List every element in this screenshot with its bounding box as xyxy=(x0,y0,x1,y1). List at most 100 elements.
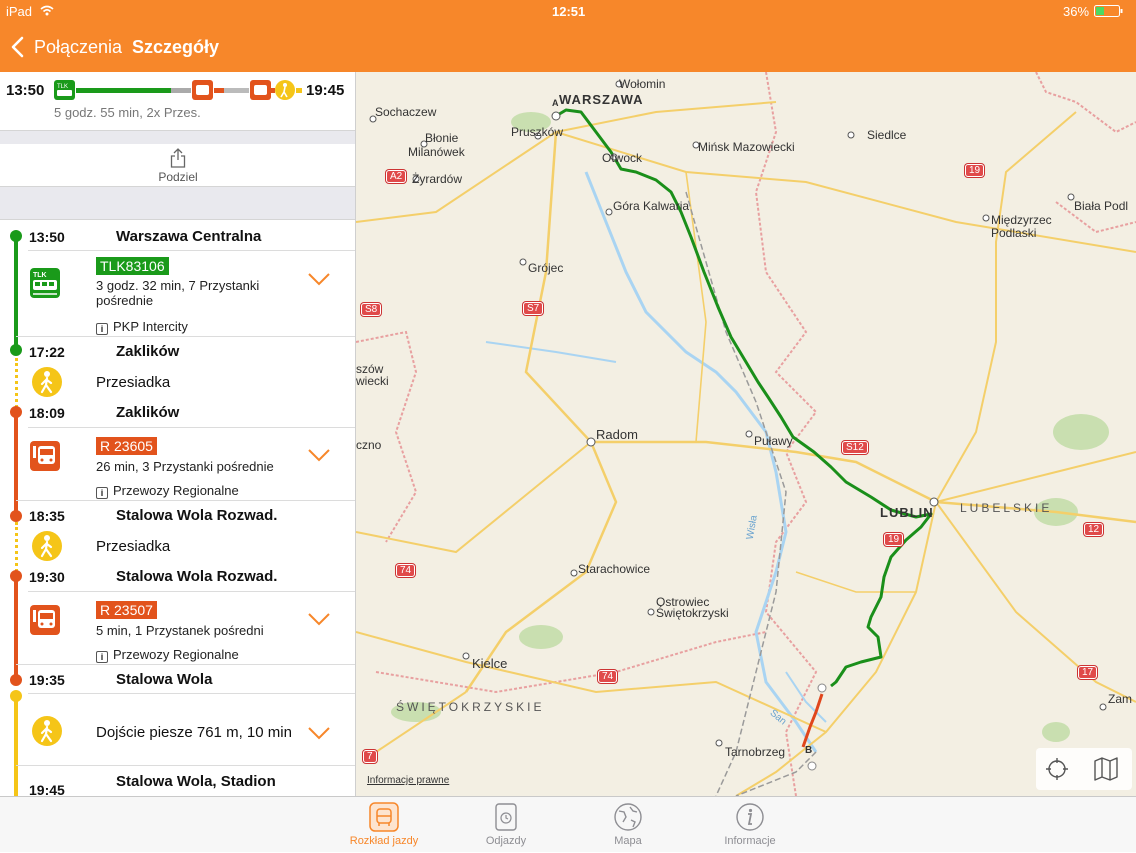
intercity-train-icon: TLK xyxy=(30,268,60,298)
battery-icon xyxy=(1094,5,1123,17)
expand-chevron-down-icon[interactable] xyxy=(307,726,331,740)
walk-line xyxy=(15,358,18,408)
device-label: iPad xyxy=(6,4,33,19)
stop-dot xyxy=(10,230,22,242)
regional-train-icon xyxy=(30,441,60,471)
map-background xyxy=(356,72,1136,796)
map-controls xyxy=(1036,748,1132,790)
road-shield: 19 xyxy=(884,533,904,546)
map-label: Wołomin xyxy=(619,77,666,91)
locate-me-icon[interactable] xyxy=(1045,757,1069,781)
leg-detail: 26 min, 3 Przystanki pośrednie xyxy=(96,459,274,474)
back-button[interactable]: Połączenia xyxy=(10,34,122,60)
separator xyxy=(16,765,355,766)
map-label: wiecki xyxy=(356,374,389,388)
navigation-bar: Połączenia Szczegóły xyxy=(0,22,1136,72)
operator-name: Przewozy Regionalne xyxy=(113,647,239,662)
map-label: Milanówek xyxy=(408,145,465,159)
summary-arrive-time: 19:45 xyxy=(306,82,345,99)
journey-timeline-bar: TLK xyxy=(54,80,302,100)
map-mode-icon[interactable] xyxy=(1093,757,1119,781)
stop-name: Stalowa Wola Rozwad. xyxy=(116,568,278,585)
share-button[interactable]: Podziel xyxy=(0,144,355,186)
road-shield: S8 xyxy=(361,303,382,316)
globe-icon xyxy=(614,803,642,831)
tab-label: Informacje xyxy=(724,835,776,847)
train-number-badge: R 23605 xyxy=(96,437,157,455)
info-icon: i xyxy=(96,651,108,663)
map-label: Zam xyxy=(1108,692,1132,706)
expand-chevron-down-icon[interactable] xyxy=(307,448,331,462)
road-shield: 17 xyxy=(1078,666,1098,679)
map-label: Pruszków xyxy=(511,125,564,139)
road-shield: 7 xyxy=(363,750,377,763)
walking-icon xyxy=(32,531,62,561)
chevron-down-icon[interactable] xyxy=(307,344,331,358)
legal-link[interactable]: Informacje prawne xyxy=(367,775,449,786)
stop-time: 17:22 xyxy=(29,344,65,360)
tab-informacje[interactable]: Informacje xyxy=(695,797,805,853)
map-label: Otwock xyxy=(602,151,643,165)
summary-depart-time: 13:50 xyxy=(6,82,45,99)
tab-odjazdy[interactable]: Odjazdy xyxy=(451,797,561,853)
divider xyxy=(0,130,355,144)
map-label: LUBLIN xyxy=(880,505,934,520)
road-shield: S12 xyxy=(842,441,868,454)
map-label: WARSZAWA xyxy=(559,92,644,107)
stop-name: Warszawa Centralna xyxy=(116,228,262,245)
stop-time: 19:35 xyxy=(29,672,65,688)
tab-label: Rozkład jazdy xyxy=(349,835,419,847)
regional-train-icon xyxy=(30,605,60,635)
stop-time: 13:50 xyxy=(29,229,65,245)
leg-r23507[interactable]: R 23507 5 min, 1 Przystanek pośredni i Pr… xyxy=(0,592,355,664)
map-label: Mińsk Mazowiecki xyxy=(698,140,795,154)
stop-name: Stalowa Wola xyxy=(116,671,213,688)
tab-rozklad-jazdy[interactable]: Rozkład jazdy xyxy=(329,797,439,853)
expand-chevron-down-icon[interactable] xyxy=(307,272,331,286)
walk-detail: Dojście piesze 761 m, 10 min xyxy=(96,724,292,741)
map-label: czno xyxy=(356,438,382,452)
info-icon: i xyxy=(96,323,108,335)
leg-r23605[interactable]: R 23605 26 min, 3 Przystanki pośrednie i… xyxy=(0,428,355,500)
map-label: Świętokrzyski xyxy=(656,606,729,620)
transfer-label: Przesiadka xyxy=(96,374,171,391)
tab-bar: Rozkład jazdy Odjazdy Mapa Informacje xyxy=(0,796,1136,852)
map-label: Błonie xyxy=(425,131,459,145)
map-label: Grójec xyxy=(528,261,564,275)
tab-mapa[interactable]: Mapa xyxy=(573,797,683,853)
expand-chevron-down-icon[interactable] xyxy=(307,612,331,626)
tab-label: Odjazdy xyxy=(485,835,527,847)
bus-icon xyxy=(369,802,399,832)
stop-time: 18:35 xyxy=(29,508,65,524)
share-label: Podziel xyxy=(158,170,198,184)
leg-tlk83106[interactable]: TLK TLK83106 3 godz. 32 min, 7 Przystank… xyxy=(0,251,355,337)
walking-icon xyxy=(32,716,62,746)
stop-dot xyxy=(10,344,22,356)
stop-dot xyxy=(10,674,22,686)
separator xyxy=(16,336,355,337)
map-label: Starachowice xyxy=(578,562,651,576)
road-shield: S7 xyxy=(523,302,544,315)
map-label: Puławy xyxy=(754,434,793,448)
separator xyxy=(16,500,355,501)
route-map[interactable]: WARSZAWA A Wołomin Sochaczew Pruszków Bł… xyxy=(356,72,1136,796)
stop-time: 19:45 xyxy=(29,782,65,796)
stop-name: Zaklików xyxy=(116,343,180,360)
stop-dot xyxy=(10,510,22,522)
road-shield: A2 xyxy=(386,170,407,183)
map-label: Biała Podl xyxy=(1074,199,1129,213)
operator-row: i Przewozy Regionalne xyxy=(96,647,239,663)
battery-percent: 36% xyxy=(1063,4,1090,19)
train-number-badge: TLK83106 xyxy=(96,257,169,275)
page-title: Szczegóły xyxy=(132,37,220,57)
map-label: ŚWIĘTOKRZYSKIE xyxy=(396,700,545,714)
map-label: Podlaski xyxy=(991,226,1037,240)
road-shield: 19 xyxy=(965,164,985,177)
stop-name: Stalowa Wola, Stadion xyxy=(116,773,276,790)
walking-leg[interactable]: Dojście piesze 761 m, 10 min xyxy=(0,694,355,766)
map-label: Siedlce xyxy=(867,128,907,142)
road-shield: 74 xyxy=(598,670,618,683)
share-icon xyxy=(170,148,186,168)
info-icon xyxy=(736,803,764,831)
map-label: LUBELSKIE xyxy=(960,501,1053,515)
